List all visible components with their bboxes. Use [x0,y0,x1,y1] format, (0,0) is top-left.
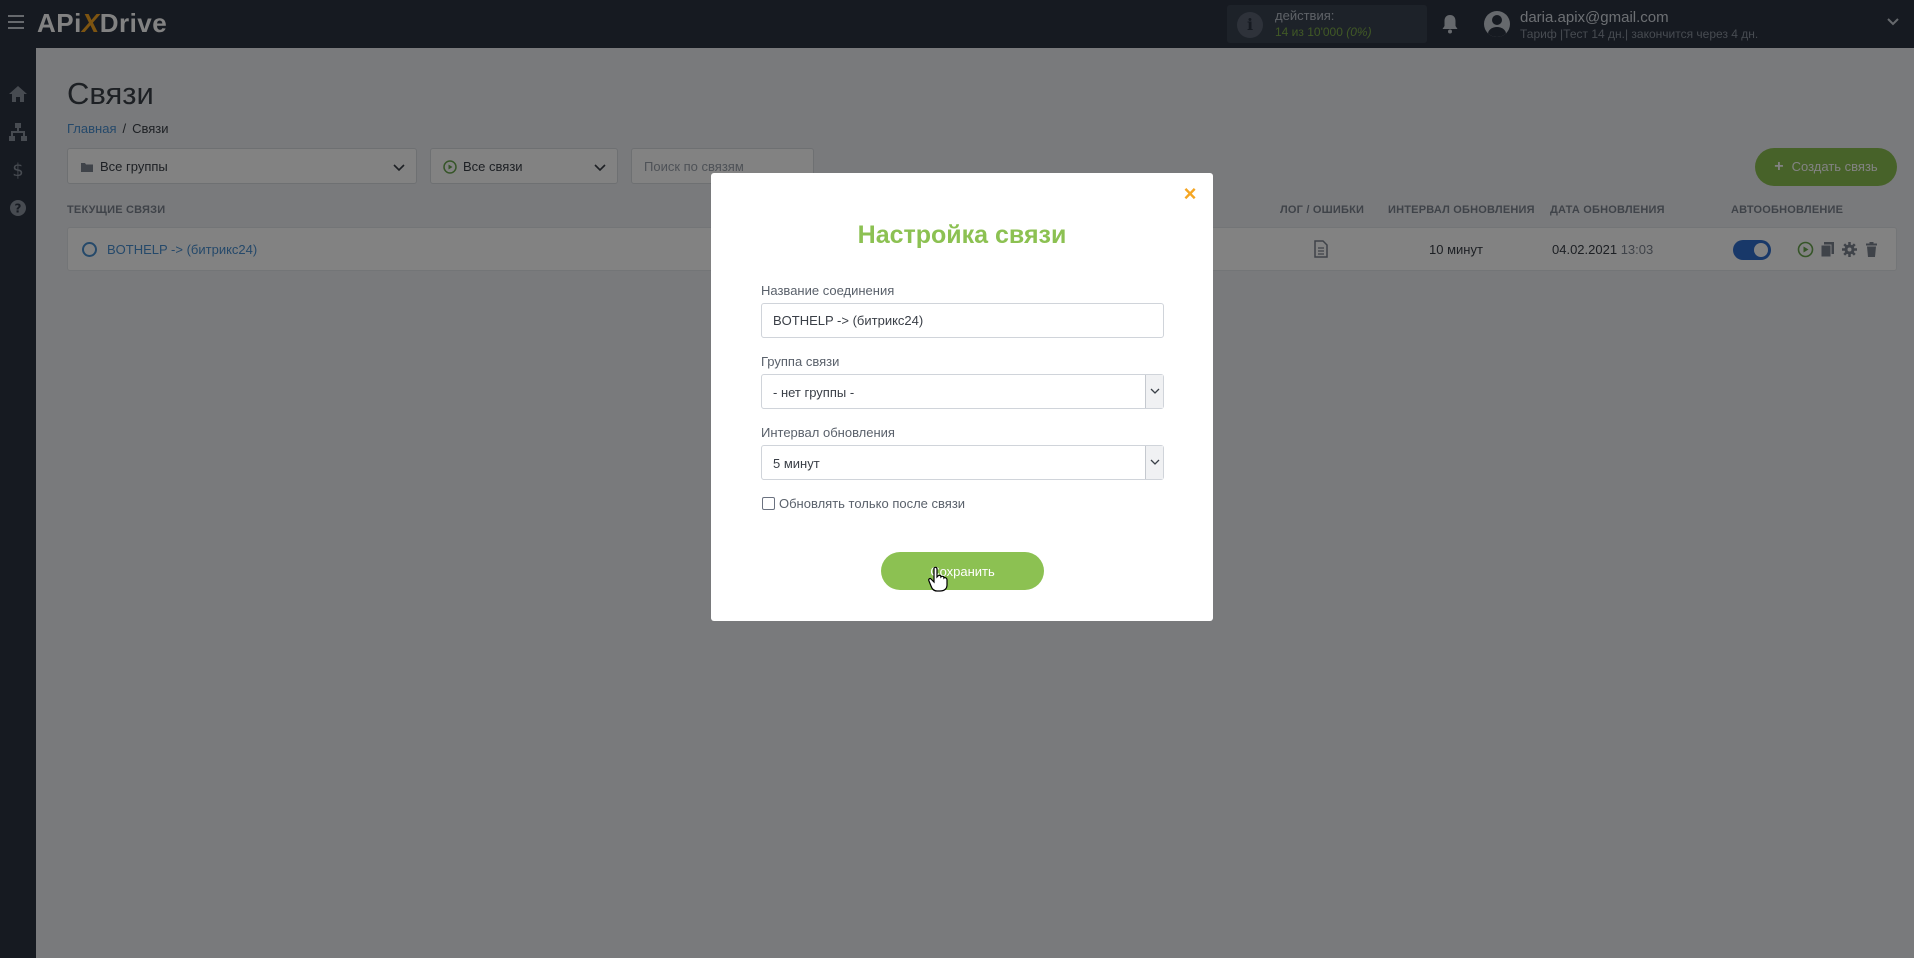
interval-select[interactable]: 5 минут [761,445,1164,480]
chevron-down-icon [1145,446,1163,479]
modal-title: Настройка связи [857,221,1067,249]
update-after-connection-checkbox[interactable] [762,497,775,510]
group-label: Группа связи [761,354,840,369]
connection-name-input[interactable] [761,303,1164,338]
update-after-connection-label[interactable]: Обновлять только после связи [779,496,965,511]
hand-cursor-icon [928,566,948,592]
interval-label: Интервал обновления [761,425,895,440]
connection-name-label: Название соединения [761,283,895,298]
chevron-down-icon [1145,375,1163,408]
close-icon[interactable]: × [1181,183,1199,205]
connection-settings-modal: × Настройка связи Название соединения Гр… [711,173,1213,621]
save-button[interactable]: Сохранить [881,552,1044,590]
group-select[interactable]: - нет группы - [761,374,1164,409]
